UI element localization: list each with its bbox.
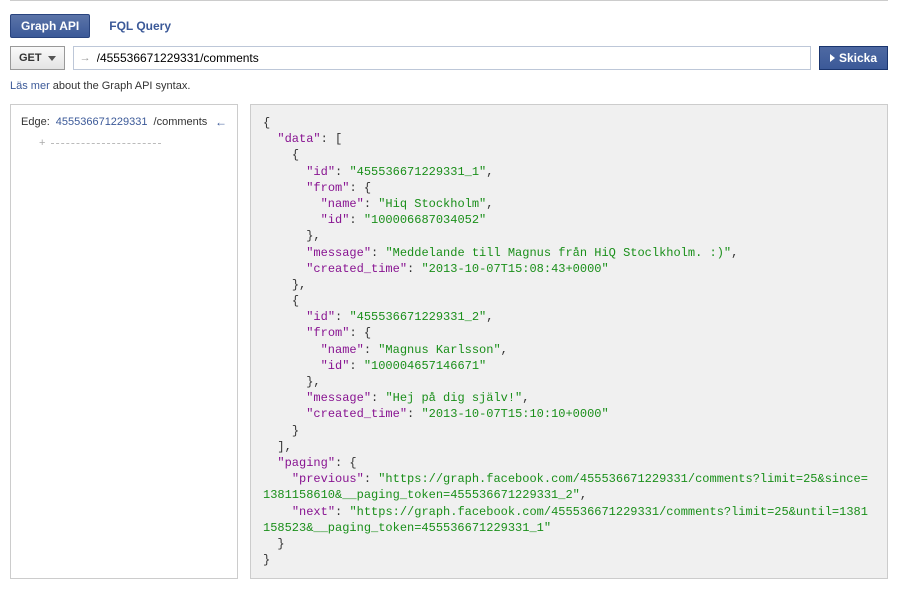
connection-suffix: /comments	[154, 116, 208, 128]
tab-fql-query[interactable]: FQL Query	[98, 14, 182, 38]
query-row: GET → Skicka	[10, 46, 888, 70]
node-id-link[interactable]: 455536671229331	[56, 116, 148, 128]
edge-label: Edge:	[21, 116, 50, 128]
add-field-button[interactable]: +	[39, 137, 227, 149]
node-sidebar: Edge: 455536671229331/comments ← +	[10, 104, 238, 579]
path-input-wrapper[interactable]: →	[73, 46, 811, 70]
submit-label: Skicka	[839, 51, 877, 65]
add-placeholder-line	[51, 143, 161, 144]
http-method-label: GET	[19, 52, 42, 64]
help-text: Läs mer about the Graph API syntax.	[10, 80, 888, 92]
learn-more-link[interactable]: Läs mer	[10, 80, 50, 92]
arrow-right-icon: →	[80, 52, 91, 64]
response-panel: { "data": [ { "id": "455536671229331_1",…	[250, 104, 888, 579]
mode-tabs: Graph API FQL Query	[10, 14, 888, 38]
path-input[interactable]	[95, 47, 804, 69]
play-icon	[830, 54, 835, 62]
plus-icon: +	[39, 137, 45, 149]
edge-row: Edge: 455536671229331/comments ←	[21, 115, 227, 129]
submit-button[interactable]: Skicka	[819, 46, 888, 70]
tab-graph-api[interactable]: Graph API	[10, 14, 90, 38]
http-method-select[interactable]: GET	[10, 46, 65, 70]
chevron-down-icon	[48, 56, 56, 61]
back-arrow-icon[interactable]: ←	[215, 115, 227, 129]
help-rest: about the Graph API syntax.	[50, 80, 191, 92]
